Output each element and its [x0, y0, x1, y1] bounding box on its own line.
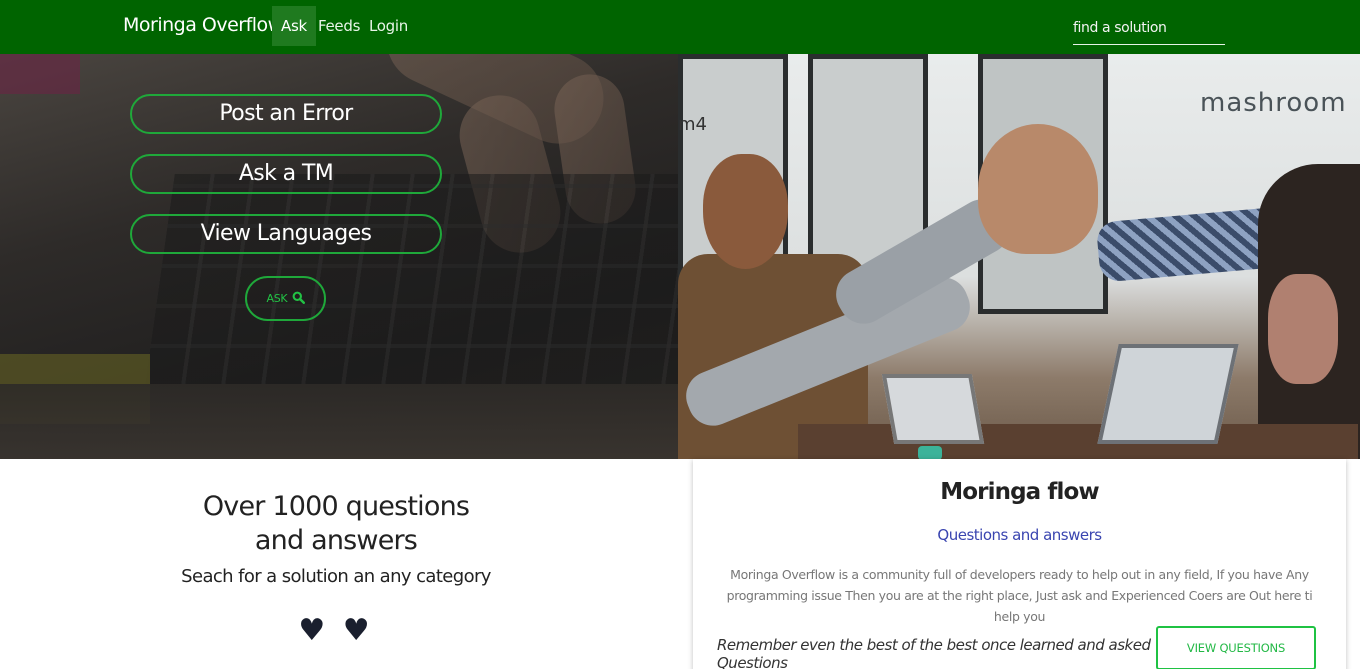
team-high-five-photo: m4 mashroom: [678, 54, 1360, 459]
ask-button[interactable]: ASK: [245, 276, 326, 321]
view-languages-button[interactable]: View Languages: [130, 214, 442, 254]
photo-person: [703, 154, 788, 269]
search-input[interactable]: [1073, 12, 1225, 44]
photo-wall-sign: mashroom: [1200, 88, 1347, 118]
hero-left-photo-detail: [145, 174, 678, 384]
brand-logo-link[interactable]: Moringa Overflow: [123, 14, 283, 36]
ask-button-label: ASK: [266, 292, 288, 305]
stats-subheading: Seach for a solution an any category: [181, 566, 491, 587]
nav-link-login[interactable]: Login: [360, 6, 417, 46]
search-box: [1073, 12, 1225, 45]
photo-hands: [978, 124, 1098, 254]
stats-heading: Over 1000 questions and answers: [202, 491, 470, 556]
card-description: Moringa Overflow is a community full of …: [726, 567, 1313, 624]
photo-laptop: [1097, 344, 1239, 444]
card-title: Moringa flow: [940, 479, 1099, 505]
search-icon: [292, 291, 305, 304]
heart-icons: ♥ ♥: [298, 613, 374, 648]
hero-left-photo-detail: [0, 384, 678, 459]
photo-person: [1268, 274, 1338, 384]
card-quote: Remember even the best of the best once …: [717, 636, 1151, 669]
navbar: Moringa Overflow Ask Feeds Login: [0, 0, 1360, 54]
photo-wall-logo: m4: [678, 114, 707, 135]
ask-tm-button[interactable]: Ask a TM: [130, 154, 442, 194]
card-subtitle: Questions and answers: [937, 526, 1102, 544]
moringa-flow-card: Moringa flow Questions and answers Morin…: [693, 459, 1346, 669]
photo-table: [798, 424, 1358, 459]
view-questions-button[interactable]: VIEW QUESTIONS: [1156, 626, 1316, 669]
post-error-button[interactable]: Post an Error: [130, 94, 442, 134]
photo-cup: [918, 446, 942, 459]
hero-left-photo-detail: [0, 54, 80, 94]
photo-laptop: [881, 374, 985, 444]
